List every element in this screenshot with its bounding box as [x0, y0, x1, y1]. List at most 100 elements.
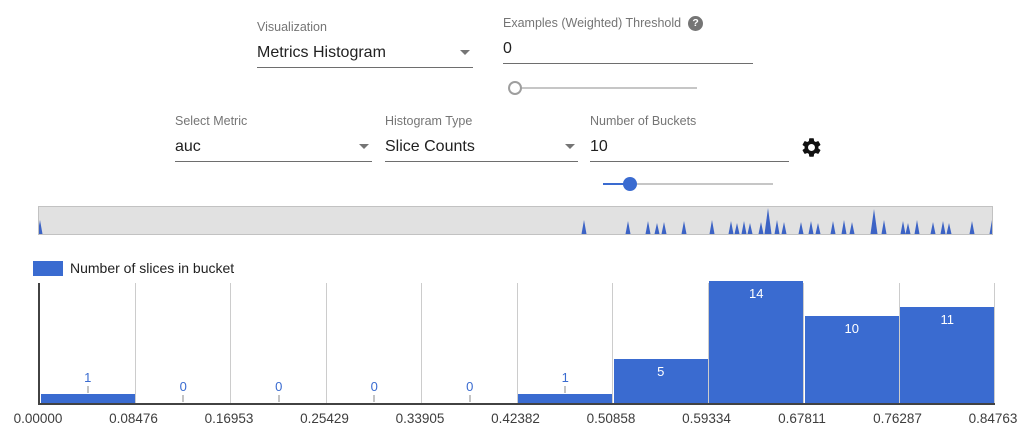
x-tick-label: 0.76287 — [873, 411, 922, 426]
slice-mark — [799, 222, 804, 234]
slice-mark — [729, 221, 734, 234]
tfma-metrics-histogram-panel: Visualization Metrics Histogram Examples… — [0, 0, 1024, 432]
slice-mark — [871, 209, 878, 234]
histogram-type-dropdown[interactable]: Histogram Type Slice Counts — [385, 114, 578, 162]
histogram-type-label: Histogram Type — [385, 114, 578, 129]
slice-mark — [901, 221, 906, 234]
examples-threshold-slider[interactable] — [509, 80, 697, 96]
slice-density-marks — [39, 207, 992, 234]
legend-swatch — [33, 261, 63, 276]
slice-mark — [809, 221, 814, 234]
annotation-stem — [183, 395, 184, 402]
x-tick-label: 0.67811 — [778, 411, 826, 426]
bar-value-label: 0 — [371, 379, 378, 394]
bar-value-label: 11 — [941, 312, 955, 327]
x-tick-label: 0.00000 — [14, 411, 63, 426]
x-tick-label: 0.08476 — [109, 411, 158, 426]
slice-mark — [941, 221, 946, 234]
gear-icon — [800, 136, 823, 159]
annotation-stem — [469, 395, 470, 402]
slice-mark — [850, 222, 855, 234]
legend-label: Number of slices in bucket — [70, 260, 234, 276]
visualization-dropdown[interactable]: Visualization Metrics Histogram — [257, 20, 473, 68]
slider-track[interactable] — [509, 87, 697, 89]
slice-mark — [759, 222, 764, 234]
bar-value-label: 10 — [845, 321, 859, 336]
slice-mark — [582, 220, 587, 234]
slice-mark — [748, 223, 753, 234]
slice-mark — [882, 220, 887, 234]
bar-value-label: 0 — [275, 379, 282, 394]
histogram-type-value: Slice Counts — [385, 138, 475, 156]
x-tick-label: 0.33905 — [396, 411, 445, 426]
visualization-label: Visualization — [257, 20, 473, 35]
bar-value-label: 14 — [749, 286, 763, 301]
annotation-stem — [87, 386, 88, 393]
slice-mark — [646, 221, 651, 234]
slice-mark — [970, 221, 975, 234]
slice-mark — [742, 221, 747, 234]
slice-mark — [775, 220, 780, 234]
slice-mark — [782, 222, 787, 234]
histogram-bar[interactable] — [41, 394, 135, 403]
bar-value-label: 0 — [180, 379, 187, 394]
bar-value-label: 5 — [657, 364, 664, 379]
x-tick-label: 0.42382 — [491, 411, 540, 426]
chevron-down-icon[interactable] — [565, 144, 575, 149]
histogram-plot-area: 1000015141011 — [38, 283, 995, 405]
x-tick-label: 0.25429 — [300, 411, 349, 426]
slice-mark — [906, 223, 911, 234]
slice-mark — [710, 220, 715, 234]
slice-mark — [931, 222, 936, 234]
gridline — [135, 283, 136, 403]
select-metric-label: Select Metric — [175, 114, 372, 129]
slider-handle[interactable] — [508, 81, 522, 95]
chevron-down-icon[interactable] — [460, 50, 470, 55]
slice-mark — [735, 223, 740, 234]
question-mark-icon[interactable]: ? — [688, 16, 703, 31]
examples-threshold-value: 0 — [503, 40, 512, 58]
slice-mark — [816, 223, 821, 234]
bar-value-label: 1 — [84, 370, 91, 385]
slider-handle[interactable] — [623, 177, 637, 191]
gridline — [230, 283, 231, 403]
num-buckets-value: 10 — [590, 138, 608, 156]
chevron-down-icon[interactable] — [359, 144, 369, 149]
x-tick-label: 0.59334 — [682, 411, 731, 426]
settings-button[interactable] — [800, 136, 823, 159]
annotation-stem — [374, 395, 375, 402]
slice-mark — [990, 220, 993, 234]
examples-threshold-label: Examples (Weighted) Threshold — [503, 16, 681, 31]
bar-value-label: 0 — [466, 379, 473, 394]
annotation-stem — [278, 395, 279, 402]
gridline — [326, 283, 327, 403]
num-buckets-slider[interactable] — [603, 176, 773, 192]
num-buckets-label: Number of Buckets — [590, 114, 789, 129]
slice-mark — [915, 220, 920, 234]
select-metric-value: auc — [175, 138, 201, 156]
slice-mark — [39, 220, 43, 234]
slice-mark — [842, 220, 847, 234]
slice-mark — [662, 222, 667, 234]
num-buckets-field[interactable]: Number of Buckets 10 — [590, 114, 789, 162]
slice-mark — [626, 221, 631, 234]
gridline — [421, 283, 422, 403]
chart-legend: Number of slices in bucket — [33, 260, 234, 276]
slice-mark — [765, 208, 772, 234]
x-tick-label: 0.16953 — [205, 411, 254, 426]
slice-mark — [655, 223, 660, 234]
slice-mark — [831, 221, 836, 234]
select-metric-dropdown[interactable]: Select Metric auc — [175, 114, 372, 162]
x-tick-label: 0.84763 — [969, 411, 1018, 426]
histogram-bar[interactable] — [518, 394, 612, 403]
x-tick-label: 0.50858 — [587, 411, 636, 426]
slice-overview-strip[interactable] — [38, 206, 993, 235]
slice-mark — [947, 223, 952, 234]
bar-value-label: 1 — [562, 370, 569, 385]
visualization-value: Metrics Histogram — [257, 44, 386, 62]
annotation-stem — [565, 386, 566, 393]
examples-threshold-field[interactable]: Examples (Weighted) Threshold ? 0 — [503, 16, 753, 64]
gridline — [517, 283, 518, 403]
slice-mark — [682, 221, 687, 234]
x-axis-labels: 0.000000.084760.169530.254290.339050.423… — [38, 411, 995, 427]
